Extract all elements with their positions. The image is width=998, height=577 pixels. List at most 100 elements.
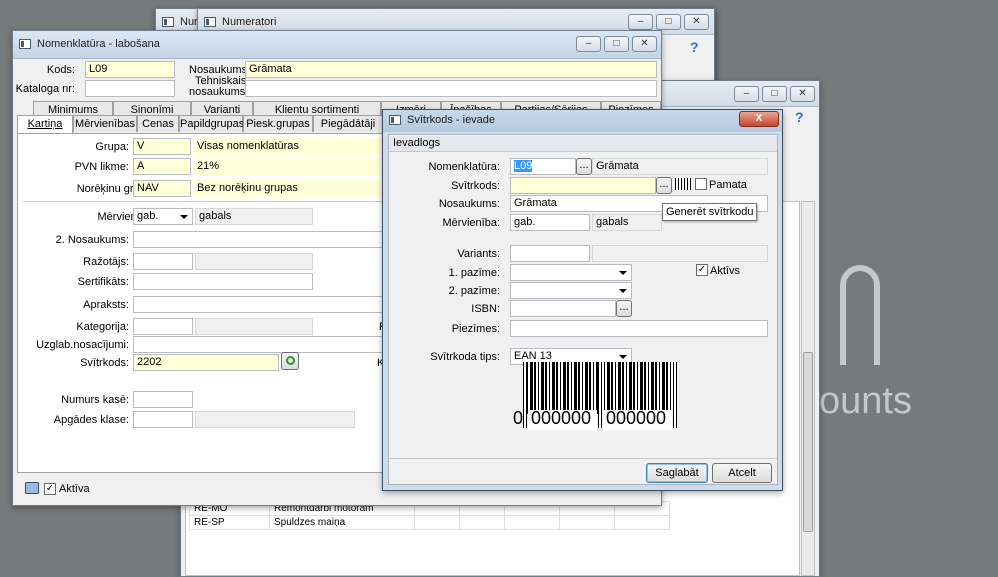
kategorija-input[interactable] [133, 318, 193, 335]
tehniskais-label-2: nosaukums: [189, 86, 249, 98]
grupa-name: Visas nomenklatūras [193, 138, 383, 155]
svitrkods-dialog: Svītrkods - ievade X Ievadlogs Nomenklat… [382, 109, 783, 491]
apgades-input[interactable] [133, 411, 193, 428]
window-icon [204, 17, 216, 27]
help-icon[interactable]: ? [795, 109, 804, 125]
nomen-code-value: L09 [514, 160, 533, 172]
svitrkods-label: Svītrkods: [451, 180, 500, 192]
window-icon [162, 17, 174, 27]
pazime2-label: 2. pazīme: [448, 285, 500, 297]
section-header: Ievadlogs [389, 136, 777, 152]
close-button[interactable]: ✕ [632, 36, 657, 52]
mervieniba-label: Mērvienība: [442, 217, 500, 229]
variants-label: Variants: [457, 248, 500, 260]
isbn-input[interactable] [510, 300, 616, 317]
tooltip: Generēt svītrkodu [662, 203, 758, 221]
noreikinu-code-input[interactable]: NAV [133, 180, 191, 197]
noreikinu-name: Bez norēķinu grupas [193, 180, 383, 197]
tab-cenas[interactable]: Cenas [137, 115, 179, 132]
save-button[interactable]: Saglabāt [646, 463, 708, 483]
grupa-code-input[interactable]: V [133, 138, 191, 155]
window-icon [19, 39, 31, 49]
uzglab-label: Uzglab.nosacījumi: [36, 339, 129, 351]
row-code: RE-SP [189, 515, 270, 530]
row-name: Spuldzes maiņa [269, 515, 415, 530]
tab-kartina[interactable]: Kartiņa [17, 115, 73, 133]
nomen-code-input[interactable]: L09 [510, 158, 576, 175]
close-button[interactable]: ✕ [790, 86, 815, 102]
numurs-input[interactable] [133, 391, 193, 408]
kods-input[interactable]: L09 [85, 61, 175, 78]
aktiva-label: Aktīva [59, 483, 90, 495]
watermark-logo [840, 265, 880, 365]
vertical-scrollbar[interactable] [801, 201, 815, 576]
minimize-button[interactable]: – [734, 86, 759, 102]
grupa-label: Grupa: [95, 141, 129, 153]
kataloga-label: Kataloga nr: [15, 83, 75, 95]
uzglab-input[interactable] [133, 336, 383, 353]
pvn-pct: 21% [193, 158, 383, 175]
barcode-left-digits: 000000 [531, 408, 592, 428]
tehniskais-input[interactable] [245, 80, 657, 97]
pamata-checkbox[interactable] [695, 178, 707, 190]
aktiva-checkbox[interactable]: ✓ [44, 483, 56, 495]
svitrkods-input[interactable] [510, 177, 656, 194]
maximize-button[interactable]: □ [604, 36, 629, 52]
kataloga-input[interactable] [85, 80, 175, 97]
piezimes-label: Piezīmes: [451, 323, 500, 335]
razotajs-input[interactable] [133, 253, 193, 270]
tab-piesk-grupas[interactable]: Piesk.grupas [243, 115, 313, 132]
apraksts-input[interactable] [133, 296, 383, 313]
nomen-browse-button[interactable]: ... [576, 158, 592, 175]
svitrkods-edit-button[interactable] [281, 352, 299, 370]
table-row[interactable]: RE-SP Spuldzes maiņa [189, 515, 670, 530]
apgades-label: Apgādes klase: [53, 414, 129, 426]
pamata-label: Pamata [709, 179, 747, 191]
minimize-button[interactable]: – [576, 36, 601, 52]
barcode-right-digits: 000000 [606, 408, 667, 428]
mervieniba-input[interactable]: gab. [510, 214, 590, 231]
svitrkods-input[interactable]: 2202 [133, 354, 279, 371]
nosaukums-input[interactable]: Grāmata [245, 61, 657, 78]
sertifikats-input[interactable] [133, 273, 313, 290]
pvn-label: PVN likme: [74, 161, 129, 173]
isbn-browse-button[interactable]: ... [616, 300, 632, 317]
refresh-icon [285, 356, 295, 365]
tab-papildgrupas[interactable]: Papildgrupas [179, 115, 244, 132]
numurs-label: Numurs kasē: [61, 394, 129, 406]
nosaukums2-input[interactable] [133, 231, 383, 248]
kategorija-name [195, 318, 313, 335]
close-button[interactable]: ✕ [684, 14, 709, 30]
window-title: Nur [180, 16, 198, 28]
maximize-button[interactable]: □ [762, 86, 787, 102]
divider [23, 201, 383, 202]
tips-label: Svītrkoda tips: [430, 351, 500, 363]
nomen-label: Nomenklatūra: [428, 161, 500, 173]
maximize-button[interactable]: □ [656, 14, 681, 30]
generate-barcode-icon[interactable] [675, 178, 691, 190]
close-button[interactable]: X [739, 111, 779, 127]
printer-icon[interactable] [25, 482, 39, 494]
razotajs-label: Ražotājs: [83, 256, 129, 268]
dialog-title: Svītrkods - ievade [407, 114, 496, 126]
kods-label: Kods: [46, 64, 75, 76]
barcode-guard-right [673, 362, 677, 428]
window-icon [389, 115, 401, 125]
kategorija-label: Kategorija: [76, 321, 129, 333]
cancel-button[interactable]: Atcelt [712, 463, 772, 483]
window-title: Numeratori [222, 16, 277, 28]
variants-input[interactable] [510, 245, 590, 262]
piezimes-input[interactable] [510, 320, 768, 337]
minimize-button[interactable]: – [628, 14, 653, 30]
tab-piegadataji[interactable]: Piegādātāji [313, 115, 383, 132]
pazime2-select[interactable] [510, 282, 632, 299]
nomen-name: Grāmata [592, 158, 768, 175]
aktivs-checkbox[interactable]: ✓ [696, 264, 708, 276]
variants-name [592, 245, 768, 262]
mervieniba-select[interactable]: gab. [133, 208, 193, 225]
tab-mervienibas[interactable]: Mērvienības [73, 115, 137, 132]
help-icon[interactable]: ? [690, 39, 699, 55]
pazime1-select[interactable] [510, 264, 632, 281]
svitrkods-browse-button[interactable]: ... [656, 177, 672, 194]
pvn-code-input[interactable]: A [133, 158, 191, 175]
